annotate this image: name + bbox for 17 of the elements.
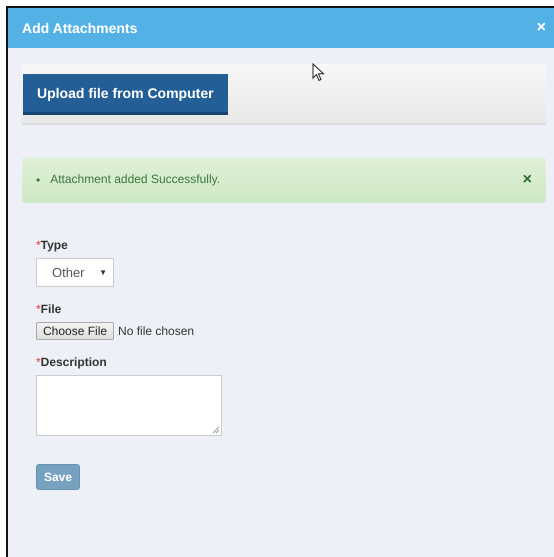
file-status: No file chosen <box>118 324 194 338</box>
close-button[interactable]: × <box>522 171 532 189</box>
choose-file-button[interactable]: Choose File <box>36 322 114 340</box>
required-mark: * <box>36 302 41 316</box>
bullet: • <box>36 173 40 187</box>
required-mark: * <box>36 355 41 369</box>
field-label: File <box>40 302 62 316</box>
resize-grip-icon[interactable] <box>212 426 220 434</box>
window-title: Add Attachments <box>22 20 138 36</box>
cursor-icon <box>312 63 325 82</box>
tab[interactable]: Upload file from Computer <box>23 74 228 115</box>
required-mark: * <box>36 238 41 252</box>
field-label: Description <box>40 355 107 369</box>
type-dropdown[interactable]: Other ▼ <box>36 258 114 287</box>
description-field[interactable] <box>36 375 222 436</box>
alert-message: Attachment added Successfully. <box>50 172 222 186</box>
field-label: Type <box>40 238 68 252</box>
